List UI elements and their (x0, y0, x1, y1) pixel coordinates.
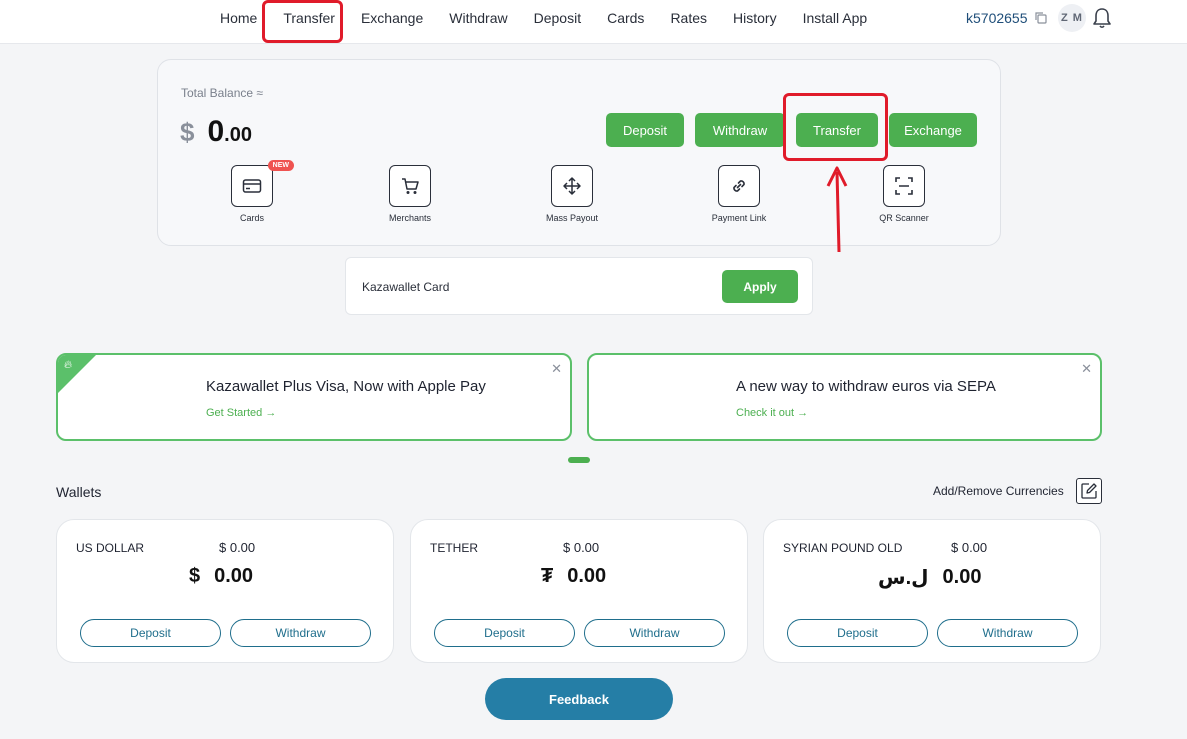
promo-card-visa: 🔥︎ Kazawallet Plus Visa, Now with Apple … (56, 353, 572, 441)
wallet-deposit-button[interactable]: Deposit (787, 619, 928, 647)
close-icon[interactable]: ✕ (551, 361, 562, 377)
nav-home[interactable]: Home (207, 0, 270, 36)
qr-scanner-icon-box (883, 165, 925, 207)
promo-link-text: Check it out (736, 407, 795, 419)
quick-action-label: Payment Link (711, 213, 767, 223)
arrow-right-icon: → (265, 407, 277, 419)
avatar[interactable]: Z M (1058, 4, 1086, 32)
wallet-withdraw-button[interactable]: Withdraw (937, 619, 1078, 647)
new-badge: NEW (267, 160, 294, 171)
top-navbar: Home Transfer Exchange Withdraw Deposit … (0, 0, 1187, 44)
nav-deposit[interactable]: Deposit (521, 0, 594, 36)
link-icon (733, 180, 745, 192)
quick-action-label: Mass Payout (545, 213, 599, 223)
cards-icon-box: NEW (231, 160, 294, 207)
quick-action-label: QR Scanner (879, 213, 929, 223)
promo-link-text: Get Started (206, 407, 263, 419)
nav-rates[interactable]: Rates (657, 0, 720, 36)
quick-action-mass-payout[interactable]: Mass Payout (527, 165, 617, 223)
wallet-withdraw-button[interactable]: Withdraw (584, 619, 725, 647)
add-remove-currencies-link[interactable]: Add/Remove Currencies (933, 484, 1064, 498)
total-balance-label: Total Balance ≈ (181, 86, 263, 100)
nav-history[interactable]: History (720, 0, 790, 36)
payment-link-icon-box (718, 165, 760, 207)
wallet-usd-value: $ 0.00 (951, 540, 988, 555)
wallet-name: US DOLLAR (76, 541, 145, 555)
promo-title: Kazawallet Plus Visa, Now with Apple Pay (206, 378, 486, 395)
edit-icon (1081, 483, 1097, 499)
quick-action-cards[interactable]: NEW Cards (207, 160, 297, 223)
wallet-amount: 0.00 (942, 566, 982, 588)
nav-install-app[interactable]: Install App (790, 0, 881, 36)
bell-icon[interactable] (1092, 7, 1112, 29)
balance-decimal: .00 (224, 124, 252, 146)
wallet-usd-value: $ 0.00 (219, 540, 256, 555)
edit-currencies-button[interactable] (1076, 478, 1102, 504)
promo-title: A new way to withdraw euros via SEPA (736, 378, 996, 395)
card-apply-panel: Kazawallet Card Apply (345, 257, 813, 315)
copy-icon[interactable] (1035, 12, 1047, 24)
credit-card-icon (242, 179, 262, 193)
quick-action-merchants[interactable]: Merchants (365, 165, 455, 223)
balance-integer: 0 (207, 115, 225, 148)
cart-icon (402, 178, 419, 194)
wallet-amount: 0.00 (567, 565, 607, 587)
arrow-right-icon: → (797, 407, 809, 419)
currency-symbol: ₮ (541, 565, 554, 587)
nav-cards[interactable]: Cards (594, 0, 657, 36)
account-id: k5702655 (966, 10, 1028, 26)
wallet-balance: ₮ 0.00 (541, 565, 606, 588)
currency-symbol: $ (189, 565, 201, 587)
promo-link[interactable]: Check it out → (736, 407, 808, 419)
wallet-card-usd: US DOLLAR $ 0.00 $ 0.00 Deposit Withdraw (56, 519, 394, 663)
promo-link[interactable]: Get Started → (206, 407, 276, 419)
scan-icon (895, 177, 913, 195)
promo-card-sepa: A new way to withdraw euros via SEPA Che… (587, 353, 1102, 441)
move-arrows-icon (563, 177, 581, 195)
mass-payout-icon-box (551, 165, 593, 207)
annotation-arrow-icon (826, 166, 848, 253)
withdraw-button[interactable]: Withdraw (695, 113, 785, 147)
quick-action-qr-scanner[interactable]: QR Scanner (859, 165, 949, 223)
wallet-name: TETHER (430, 541, 478, 555)
transfer-nav-highlight (262, 0, 343, 43)
wallet-name: SYRIAN POUND OLD (783, 541, 903, 555)
close-icon[interactable]: ✕ (1081, 361, 1092, 377)
balance-currency-symbol: $ (180, 117, 195, 147)
wallet-usd-value: $ 0.00 (563, 540, 600, 555)
nav-withdraw[interactable]: Withdraw (436, 0, 520, 36)
flame-icon: 🔥︎ (64, 359, 73, 371)
wallet-deposit-button[interactable]: Deposit (80, 619, 221, 647)
wallet-card-syp: SYRIAN POUND OLD $ 0.00 ل.س 0.00 Deposit… (763, 519, 1101, 663)
transfer-button-highlight (783, 93, 888, 161)
apply-button[interactable]: Apply (722, 270, 798, 303)
card-apply-label: Kazawallet Card (362, 280, 450, 294)
quick-action-payment-link[interactable]: Payment Link (694, 165, 784, 223)
carousel-indicator[interactable] (568, 457, 590, 463)
wallet-card-tether: TETHER $ 0.00 ₮ 0.00 Deposit Withdraw (410, 519, 748, 663)
exchange-button[interactable]: Exchange (889, 113, 977, 147)
wallet-balance: ل.س 0.00 (878, 565, 981, 590)
quick-action-label: Merchants (388, 213, 432, 223)
wallet-deposit-button[interactable]: Deposit (434, 619, 575, 647)
currency-symbol: ل.س (878, 567, 929, 589)
deposit-button[interactable]: Deposit (606, 113, 684, 147)
nav-exchange[interactable]: Exchange (348, 0, 436, 36)
quick-action-label: Cards (239, 213, 264, 223)
feedback-button[interactable]: Feedback (485, 678, 673, 720)
wallet-withdraw-button[interactable]: Withdraw (230, 619, 371, 647)
merchants-icon-box (389, 165, 431, 207)
total-balance-amount: $ 0 .00 (180, 115, 252, 149)
wallet-amount: 0.00 (214, 565, 254, 587)
wallets-title: Wallets (56, 484, 102, 500)
wallet-balance: $ 0.00 (189, 565, 253, 588)
